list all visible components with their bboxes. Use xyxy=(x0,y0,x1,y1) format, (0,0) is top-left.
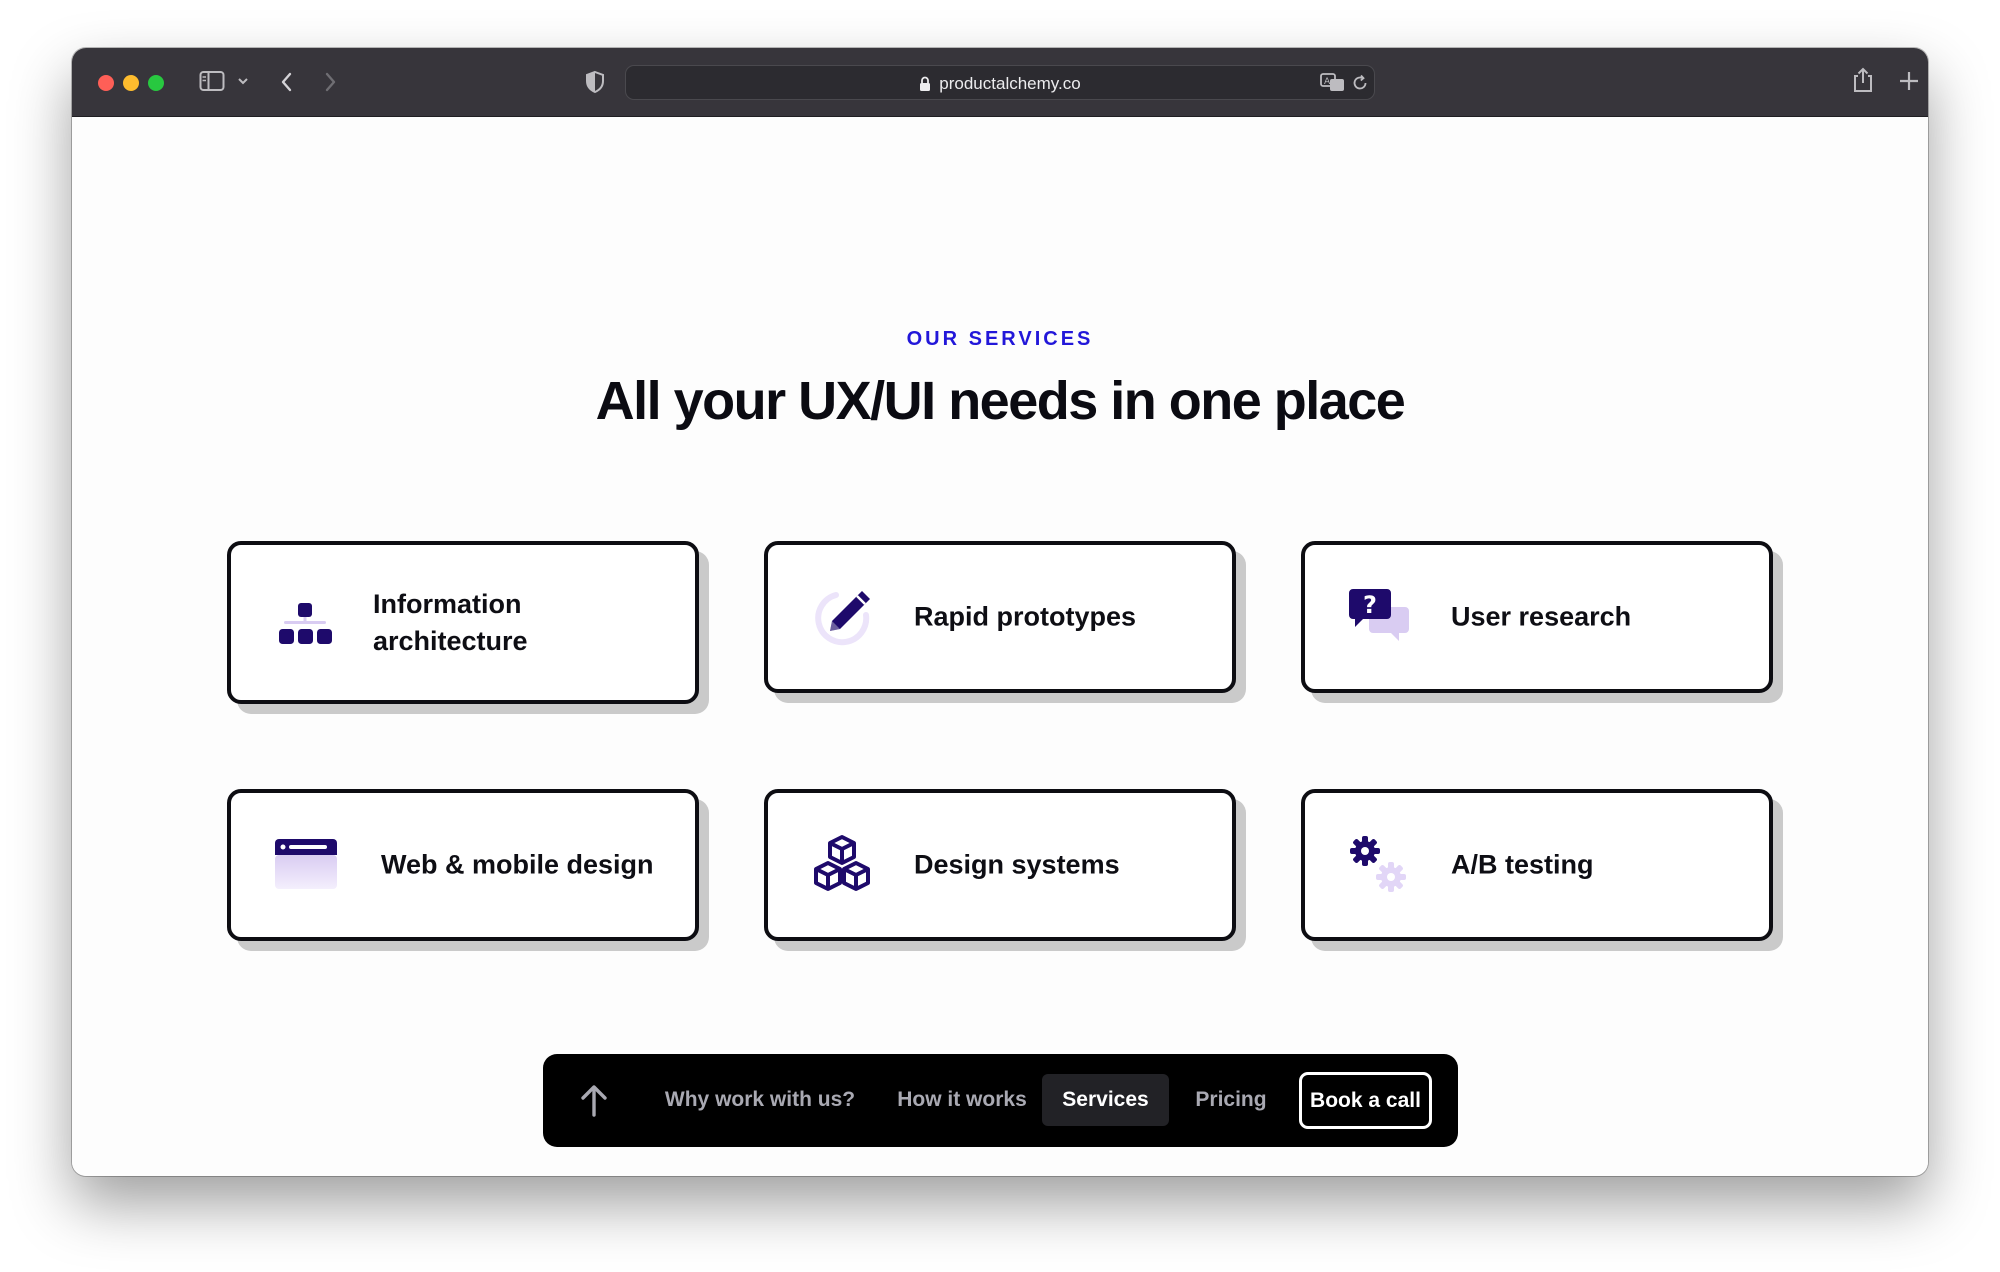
gears-icon xyxy=(1347,833,1411,897)
chevron-down-icon[interactable] xyxy=(237,76,249,86)
service-label: A/B testing xyxy=(1451,849,1594,880)
browser-toolbar: productalchemy.co A xyxy=(72,48,1928,117)
share-icon[interactable] xyxy=(1851,66,1875,94)
back-icon[interactable] xyxy=(279,70,295,94)
new-tab-icon[interactable] xyxy=(1898,70,1920,92)
lock-icon xyxy=(919,76,931,92)
browser-window-icon xyxy=(273,833,337,897)
service-label: Information architecture xyxy=(373,588,528,656)
address-bar[interactable]: productalchemy.co A xyxy=(625,65,1375,100)
service-label: User research xyxy=(1451,601,1632,632)
service-card-ab-testing[interactable]: A/B testing xyxy=(1301,789,1773,941)
sidebar-icon[interactable] xyxy=(199,70,225,92)
service-card-design-systems[interactable]: Design systems xyxy=(764,789,1236,941)
cubes-icon xyxy=(810,833,874,897)
page-content: OUR SERVICES All your UX/UI needs in one… xyxy=(72,118,1928,1176)
svg-text:?: ? xyxy=(1363,591,1377,619)
browser-window: productalchemy.co A OUR SERVICES All you… xyxy=(72,48,1928,1176)
shield-icon[interactable] xyxy=(585,70,605,94)
service-card-user-research[interactable]: ? User research xyxy=(1301,541,1773,693)
floating-nav: Why work with us? How it works Services … xyxy=(543,1054,1458,1147)
reload-icon[interactable] xyxy=(1351,74,1369,92)
section-eyebrow: OUR SERVICES xyxy=(906,328,1094,350)
forward-icon[interactable] xyxy=(322,70,338,94)
maximize-window-button[interactable] xyxy=(148,75,164,91)
arrow-up-icon[interactable] xyxy=(579,1084,609,1118)
nav-pricing[interactable]: Pricing xyxy=(1176,1074,1286,1126)
svg-text:A: A xyxy=(1324,77,1331,87)
question-chat-icon: ? xyxy=(1347,585,1411,649)
service-label: Rapid prototypes xyxy=(914,601,1137,632)
service-card-information-architecture[interactable]: Information architecture xyxy=(227,541,699,704)
nav-how-it-works[interactable]: How it works xyxy=(883,1074,1041,1126)
url-text: productalchemy.co xyxy=(939,74,1081,93)
translate-icon[interactable]: A xyxy=(1320,73,1346,93)
book-a-call-button[interactable]: Book a call xyxy=(1299,1072,1432,1129)
section-title: All your UX/UI needs in one place xyxy=(595,371,1406,431)
service-label: Design systems xyxy=(914,849,1120,880)
service-label: Web & mobile design xyxy=(381,849,654,880)
pencil-icon xyxy=(810,585,874,649)
minimize-window-button[interactable] xyxy=(123,75,139,91)
nav-why-work-with-us[interactable]: Why work with us? xyxy=(647,1074,873,1126)
service-card-web-mobile-design[interactable]: Web & mobile design xyxy=(227,789,699,941)
close-window-button[interactable] xyxy=(98,75,114,91)
nav-services[interactable]: Services xyxy=(1042,1074,1169,1126)
sitemap-icon xyxy=(273,591,337,655)
service-card-rapid-prototypes[interactable]: Rapid prototypes xyxy=(764,541,1236,693)
